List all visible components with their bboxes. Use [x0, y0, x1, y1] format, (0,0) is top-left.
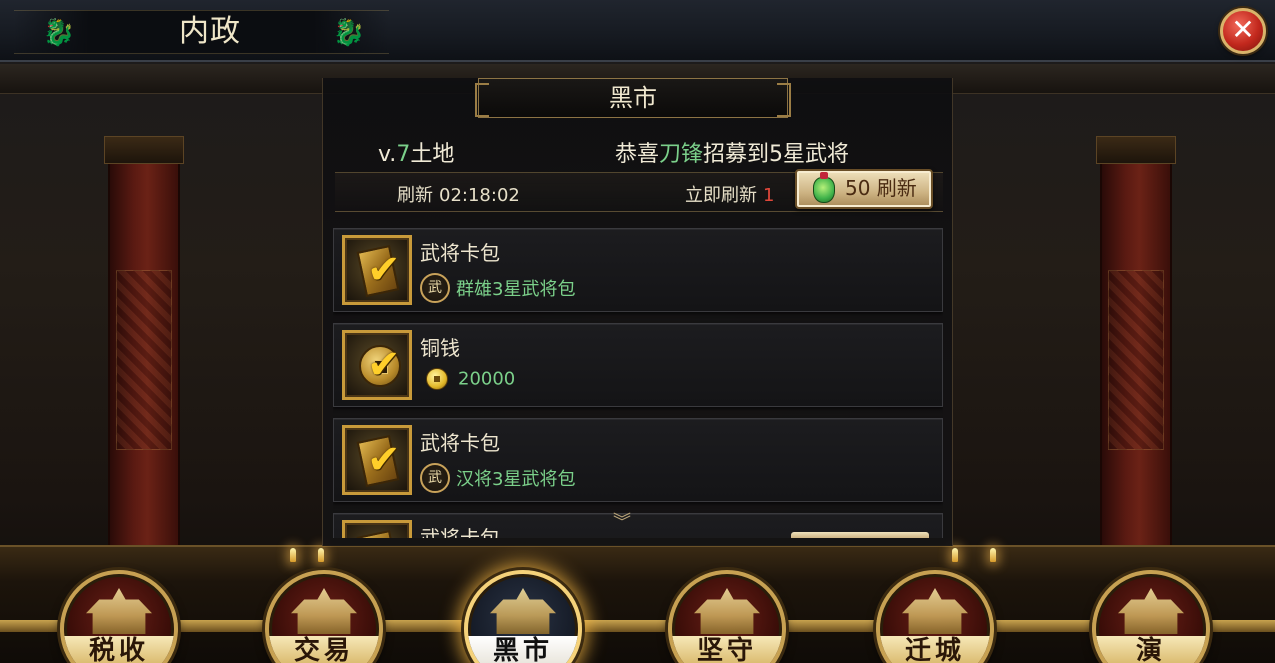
nav-label: 黑市 — [468, 636, 578, 663]
item-title: 武将卡包 — [420, 431, 500, 455]
general-badge-icon: 武 — [420, 273, 450, 303]
nav-defend-button[interactable]: 坚守 — [668, 570, 786, 663]
refresh-row: 刷新 02:18:02 立即刷新 1 50 刷新 — [335, 169, 943, 212]
item-title: 武将卡包 — [420, 526, 500, 538]
instant-refresh-count: 1 — [763, 185, 775, 206]
nav-trade-button[interactable]: 交易 — [265, 570, 383, 663]
nav-label: 交易 — [269, 636, 379, 663]
right-pillar — [1096, 136, 1176, 590]
window-title: 内政 — [179, 14, 241, 49]
bottom-nav: 税收 交易 黑市 坚守 迁城 演 — [0, 560, 1275, 663]
copper-coin-icon — [426, 368, 448, 390]
black-market-panel: 黑市 v.7土地 恭喜刀锋招募到5星武将 刷新 02:18:02 立即刷新 1 50… — [322, 78, 953, 546]
item-title: 武将卡包 — [420, 241, 500, 265]
checkmark-icon: ✔ — [367, 437, 401, 483]
tax-icon — [86, 588, 152, 634]
item-detail: 武汉将3星武将包 — [420, 463, 575, 493]
black-market-icon — [490, 588, 556, 634]
land-info: v.7土地 — [378, 142, 455, 167]
buy-button[interactable] — [791, 532, 929, 538]
list-item[interactable]: ✔ 武将卡包 武群雄3星武将包 — [333, 228, 943, 312]
checkmark-icon: ✔ — [367, 247, 401, 293]
checkmark-icon: ✔ — [367, 342, 401, 388]
close-icon: ✕ — [1231, 13, 1255, 46]
item-icon-frame[interactable]: ✔ — [342, 425, 412, 495]
left-pillar — [104, 136, 184, 590]
item-icon-frame[interactable]: ✔ — [342, 330, 412, 400]
list-item[interactable]: ✔ 铜钱 20000 — [333, 323, 943, 407]
item-icon-frame[interactable]: ✔ — [342, 235, 412, 305]
nav-label: 演 — [1096, 636, 1206, 663]
nav-label: 坚守 — [672, 636, 782, 663]
instant-refresh-info: 立即刷新 1 — [685, 185, 775, 206]
broadcast-player-name: 刀锋 — [659, 142, 704, 167]
info-row: v.7土地 恭喜刀锋招募到5星武将 — [323, 136, 954, 168]
broadcast-message: 恭喜刀锋招募到5星武将 — [615, 142, 850, 167]
fortress-icon — [694, 588, 760, 634]
nav-rail — [0, 620, 1275, 632]
nav-label: 迁城 — [880, 636, 990, 663]
nav-label: 税收 — [64, 636, 174, 663]
panel-header: 黑市 — [475, 78, 791, 118]
refresh-countdown: 刷新 02:18:02 — [397, 185, 520, 206]
general-badge-icon: 武 — [420, 463, 450, 493]
card-pack-icon — [356, 529, 400, 538]
refresh-button[interactable]: 50 刷新 — [795, 169, 933, 209]
item-detail: 20000 — [420, 368, 515, 398]
item-icon-frame[interactable] — [342, 520, 412, 538]
refresh-timer: 02:18:02 — [439, 185, 520, 206]
nav-relocate-button[interactable]: 迁城 — [876, 570, 994, 663]
trade-icon — [291, 588, 357, 634]
nav-black-market-button[interactable]: 黑市 — [464, 570, 582, 663]
close-button[interactable]: ✕ — [1220, 8, 1266, 54]
nav-tax-button[interactable]: 税收 — [60, 570, 178, 663]
dragon-ornament-icon: 🐉 — [332, 18, 366, 48]
scroll-down-icon[interactable]: ︾ — [613, 514, 631, 532]
item-list[interactable]: ✔ 武将卡包 武群雄3星武将包 ✔ 铜钱 20000 ✔ 武将卡包 武 汉将3星… — [333, 228, 943, 538]
item-title: 铜钱 — [420, 336, 460, 360]
jade-currency-icon — [813, 172, 835, 203]
refresh-button-label: 50 刷新 — [845, 176, 917, 200]
relocate-city-icon — [902, 588, 968, 634]
list-item[interactable]: ✔ 武将卡包 武汉将3星武将包 — [333, 418, 943, 502]
item-detail: 武群雄3星武将包 — [420, 273, 575, 303]
chariot-icon — [1118, 588, 1184, 634]
title-bar: 🐉 🐉 内政 ✕ — [0, 0, 1275, 62]
land-level: 7 — [396, 142, 411, 167]
nav-drill-button[interactable]: 演 — [1092, 570, 1210, 663]
dragon-ornament-icon: 🐉 — [42, 18, 76, 48]
